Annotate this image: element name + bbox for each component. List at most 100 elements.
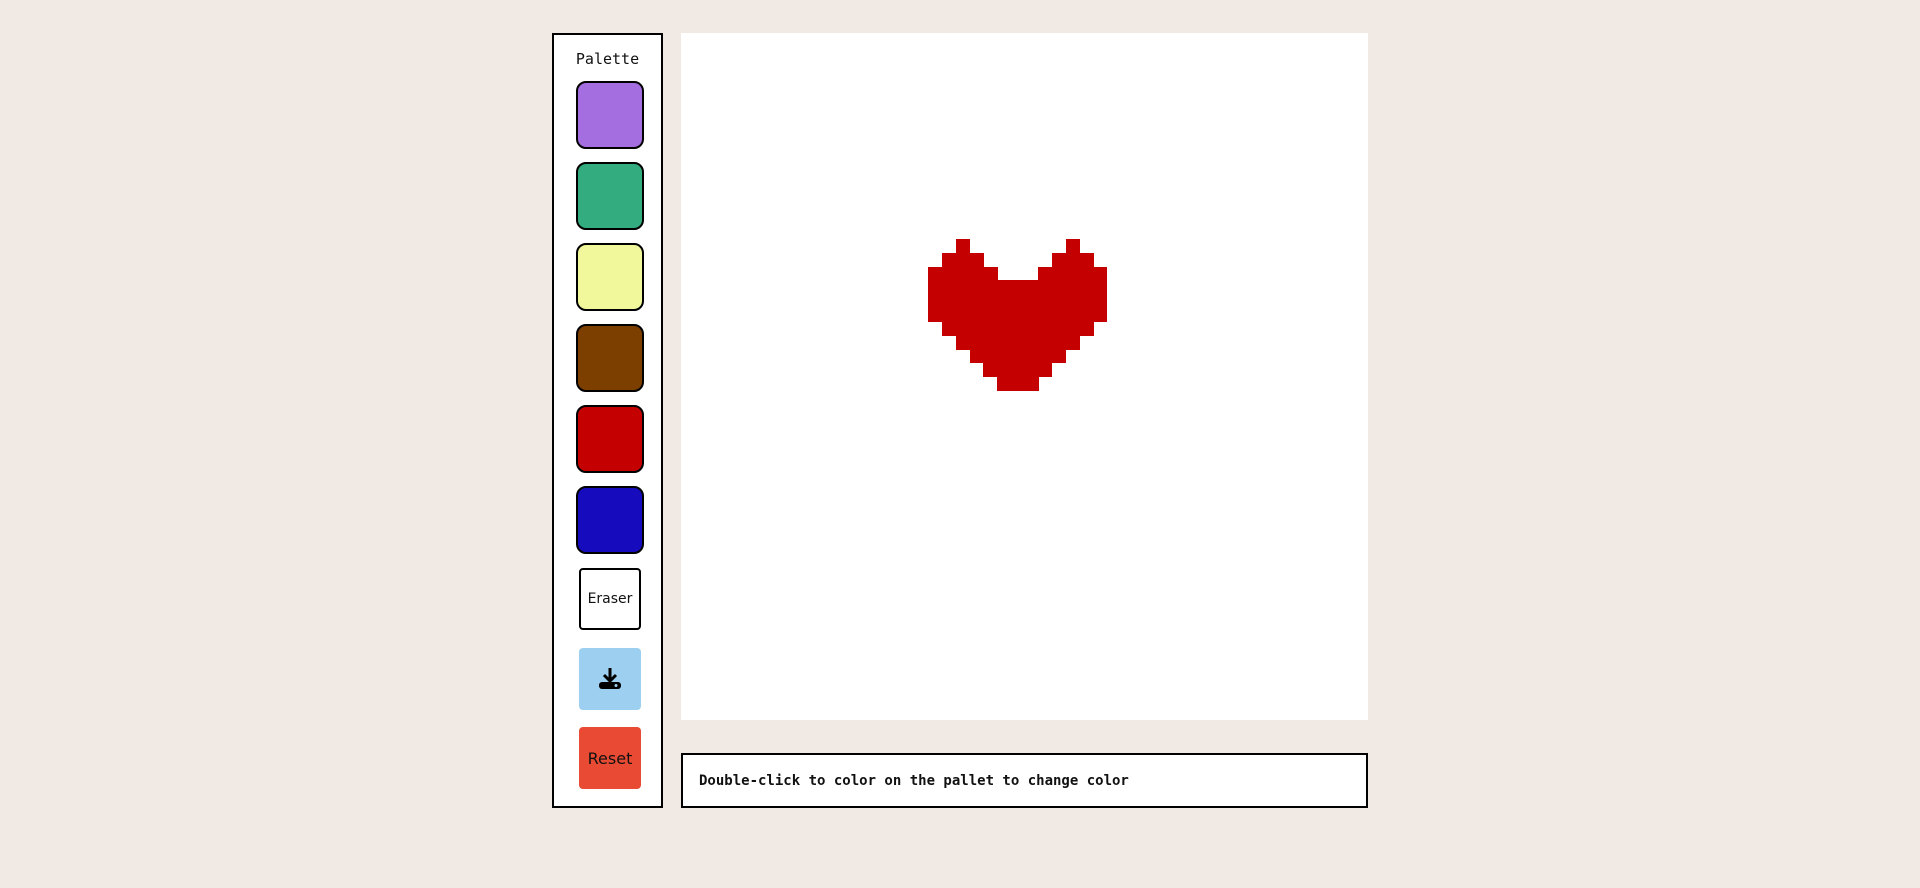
heart-pixel — [997, 294, 1012, 309]
heart-pixel — [983, 294, 998, 309]
heart-pixel — [983, 349, 998, 364]
heart-pixel — [1010, 280, 1025, 295]
heart-pixel — [1093, 266, 1108, 281]
heart-pixel — [997, 335, 1012, 350]
heart-pixel — [969, 349, 984, 364]
heart-pixel — [1010, 362, 1025, 377]
heart-pixel — [955, 266, 971, 281]
heart-pixel — [1051, 349, 1067, 364]
heart-pixel — [1093, 294, 1108, 309]
heart-pixel — [969, 335, 984, 350]
heart-pixel — [1010, 307, 1025, 323]
heart-pixel — [1065, 335, 1080, 350]
heart-pixel — [955, 321, 971, 336]
heart-pixel — [928, 294, 943, 309]
heart-pixel — [1038, 335, 1053, 350]
heart-pixel — [1024, 376, 1039, 391]
heart-pixel — [969, 321, 984, 336]
heart-pixel — [928, 266, 943, 281]
color-swatch-green[interactable] — [576, 162, 644, 230]
color-swatch-yellow[interactable] — [576, 243, 644, 311]
heart-pixel — [1038, 280, 1053, 295]
heart-pixel — [1079, 266, 1094, 281]
heart-pixel — [983, 266, 998, 281]
heart-pixel — [1051, 252, 1067, 268]
heart-pixel — [1065, 294, 1080, 309]
heart-pixel — [969, 266, 984, 281]
heart-pixel — [1093, 280, 1108, 295]
heart-pixel — [1024, 280, 1039, 295]
heart-pixel — [1051, 294, 1067, 309]
color-swatch-brown[interactable] — [576, 324, 644, 392]
heart-pixel — [997, 376, 1012, 391]
heart-pixel — [1093, 307, 1108, 323]
heart-pixel — [1065, 280, 1080, 295]
heart-pixel — [942, 294, 957, 309]
heart-pixel — [1038, 362, 1053, 377]
heart-pixel — [955, 252, 971, 268]
heart-pixel — [955, 280, 971, 295]
heart-pixel — [1079, 252, 1094, 268]
hint-box: Double-click to color on the pallet to c… — [681, 753, 1368, 808]
heart-pixel — [1038, 307, 1053, 323]
heart-pixel — [928, 280, 943, 295]
drawing-canvas[interactable] — [681, 33, 1368, 720]
heart-pixel — [1079, 280, 1094, 295]
heart-pixel — [1038, 349, 1053, 364]
heart-pixel — [969, 307, 984, 323]
palette-title: Palette — [575, 50, 640, 68]
heart-pixel — [997, 349, 1012, 364]
heart-pixel — [983, 321, 998, 336]
heart-pixel — [1079, 307, 1094, 323]
heart-pixel — [942, 307, 957, 323]
reset-button[interactable]: Reset — [579, 727, 641, 789]
heart-pixel — [1079, 321, 1094, 336]
heart-pixel — [928, 307, 943, 323]
heart-pixel — [997, 362, 1012, 377]
heart-pixel — [1065, 307, 1080, 323]
palette-panel: Palette Eraser Reset — [552, 33, 663, 808]
download-button[interactable] — [579, 648, 641, 710]
heart-pixel — [942, 252, 957, 268]
heart-pixel — [1038, 266, 1053, 281]
heart-pixel — [1065, 239, 1080, 254]
heart-pixel — [1051, 280, 1067, 295]
heart-pixel — [1051, 307, 1067, 323]
eraser-button[interactable]: Eraser — [579, 568, 641, 630]
heart-pixel — [1024, 349, 1039, 364]
download-icon — [599, 668, 621, 689]
heart-pixel — [1038, 321, 1053, 336]
heart-pixel — [983, 307, 998, 323]
heart-pixel — [955, 294, 971, 309]
color-swatch-red[interactable] — [576, 405, 644, 473]
heart-pixel — [1024, 307, 1039, 323]
heart-pixel — [1038, 294, 1053, 309]
color-swatch-purple[interactable] — [576, 81, 644, 149]
heart-pixel — [955, 335, 971, 350]
heart-pixel — [1024, 362, 1039, 377]
heart-pixel — [1051, 335, 1067, 350]
heart-pixel — [983, 335, 998, 350]
heart-pixel — [955, 307, 971, 323]
heart-pixel — [1079, 294, 1094, 309]
color-swatch-blue[interactable] — [576, 486, 644, 554]
heart-pixel — [997, 307, 1012, 323]
heart-pixel — [997, 321, 1012, 336]
heart-pixel — [1010, 335, 1025, 350]
heart-pixel — [955, 239, 971, 254]
heart-pixel — [1024, 294, 1039, 309]
heart-pixel — [969, 294, 984, 309]
heart-pixel — [969, 252, 984, 268]
heart-pixel — [1065, 321, 1080, 336]
heart-pixel — [1065, 252, 1080, 268]
heart-pixel — [997, 280, 1012, 295]
heart-pixel — [1010, 376, 1025, 391]
heart-pixel — [1024, 321, 1039, 336]
heart-pixel — [1024, 335, 1039, 350]
heart-pixel — [1010, 294, 1025, 309]
heart-pixel — [1065, 266, 1080, 281]
hint-text: Double-click to color on the pallet to c… — [699, 772, 1129, 789]
heart-pixel — [942, 266, 957, 281]
heart-pixel — [942, 280, 957, 295]
heart-pixel — [983, 362, 998, 377]
